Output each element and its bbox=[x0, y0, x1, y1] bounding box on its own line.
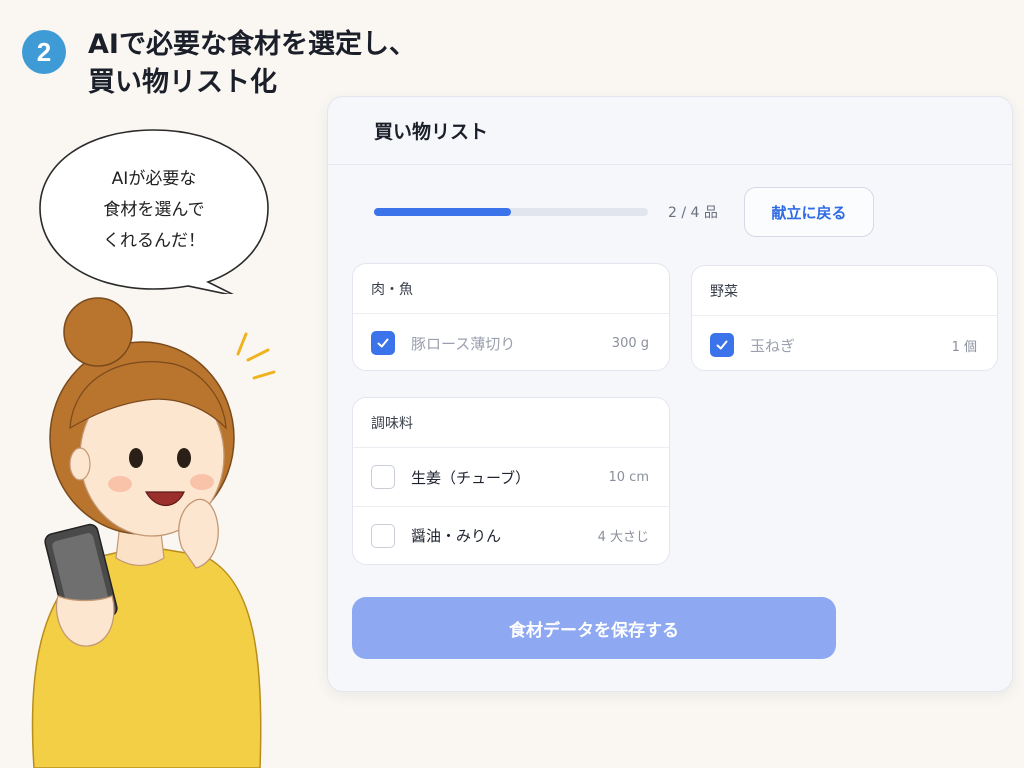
check-icon bbox=[377, 338, 389, 348]
item-name: 豚ロース薄切り bbox=[411, 334, 516, 353]
list-item[interactable]: 生姜（チューブ） 10 cm bbox=[353, 448, 669, 506]
progress-count: 2 / 4 品 bbox=[668, 205, 718, 221]
category-card-meat-fish: 肉・魚 豚ロース薄切り 300 g bbox=[352, 263, 670, 371]
speech-line-3: くれるんだ！ bbox=[103, 231, 205, 251]
list-item[interactable]: 豚ロース薄切り 300 g bbox=[353, 314, 669, 370]
save-ingredients-button[interactable]: 食材データを保存する bbox=[352, 597, 836, 659]
shopping-list-panel: 買い物リスト 2 / 4 品 献立に戻る 肉・魚 豚ロース薄切り 300 g 野… bbox=[327, 96, 1013, 692]
step-title-line-1: AIで必要な食材を選定し、 bbox=[88, 29, 416, 60]
item-quantity: 1 個 bbox=[951, 339, 977, 355]
item-quantity: 10 cm bbox=[608, 469, 650, 485]
speech-line-1: AIが必要な bbox=[111, 169, 197, 189]
item-name: 醤油・みりん bbox=[411, 527, 502, 545]
category-card-seasonings: 調味料 生姜（チューブ） 10 cm 醤油・みりん 4 大さじ bbox=[352, 397, 670, 565]
step-number-badge: 2 bbox=[22, 30, 66, 74]
progress-bar bbox=[374, 208, 648, 216]
list-item[interactable]: 玉ねぎ 1 個 bbox=[692, 316, 997, 370]
item-checkbox[interactable] bbox=[371, 523, 395, 548]
panel-header: 買い物リスト bbox=[328, 97, 1012, 165]
item-quantity: 300 g bbox=[611, 335, 649, 351]
item-checkbox[interactable] bbox=[371, 465, 395, 489]
item-name: 玉ねぎ bbox=[750, 336, 796, 355]
check-icon bbox=[716, 340, 728, 350]
back-to-menu-button[interactable]: 献立に戻る bbox=[744, 187, 874, 237]
speech-bubble: AIが必要な 食材を選んで くれるんだ！ bbox=[38, 126, 270, 294]
list-item[interactable]: 醤油・みりん 4 大さじ bbox=[353, 506, 669, 564]
progress-bar-fill bbox=[374, 208, 511, 216]
category-title: 肉・魚 bbox=[353, 264, 669, 314]
speech-bubble-text: AIが必要な 食材を選んで くれるんだ！ bbox=[38, 164, 270, 257]
item-checkbox[interactable] bbox=[710, 333, 734, 357]
category-title: 調味料 bbox=[353, 398, 669, 448]
woman-with-phone-illustration bbox=[31, 297, 262, 768]
item-checkbox[interactable] bbox=[371, 331, 395, 355]
category-card-vegetables: 野菜 玉ねぎ 1 個 bbox=[691, 265, 998, 371]
panel-title: 買い物リスト bbox=[374, 121, 489, 143]
category-title: 野菜 bbox=[692, 266, 997, 316]
item-name: 生姜（チューブ） bbox=[411, 468, 531, 487]
step-title: AIで必要な食材を選定し、 買い物リスト化 bbox=[88, 26, 416, 102]
item-quantity: 4 大さじ bbox=[597, 530, 649, 545]
speech-line-2: 食材を選んで bbox=[103, 200, 205, 220]
